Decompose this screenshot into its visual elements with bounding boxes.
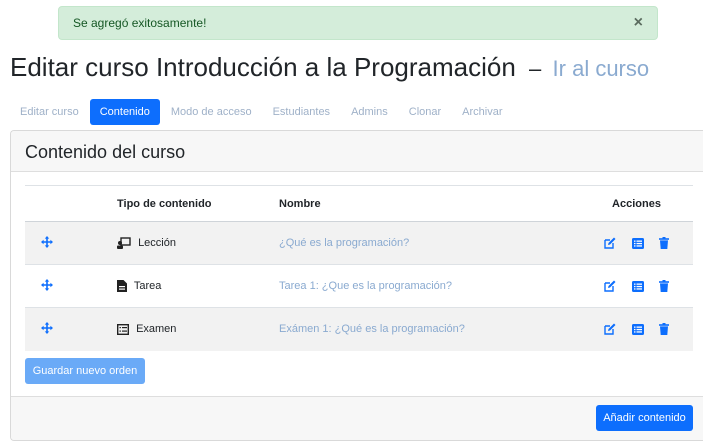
content-name-link[interactable]: Tarea 1: ¿Que es la programación? — [279, 280, 452, 292]
list-view-icon[interactable] — [631, 237, 644, 249]
trash-icon[interactable] — [658, 237, 669, 250]
content-type-label: Lección — [138, 236, 176, 249]
file-icon — [117, 280, 127, 293]
list-view-icon[interactable] — [631, 323, 644, 335]
tab-bar: Editar curso Contenido Modo de acceso Es… — [10, 99, 514, 125]
tab-admins[interactable]: Admins — [341, 99, 398, 125]
content-name-link[interactable]: Exámen 1: ¿Qué es la programación? — [279, 323, 465, 335]
trash-icon[interactable] — [658, 280, 669, 293]
content-card: Contenido del curso Tipo de contenido No… — [10, 130, 703, 441]
tab-modo-de-acceso[interactable]: Modo de acceso — [161, 99, 262, 125]
move-icon[interactable] — [41, 321, 53, 334]
lesson-icon — [117, 237, 131, 250]
card-header: Contenido del curso — [11, 131, 703, 172]
content-type-label: Tarea — [133, 279, 162, 292]
content-type-label: Examen — [136, 323, 177, 336]
add-content-button[interactable]: Añadir contenido — [596, 405, 693, 431]
table-row: Examen Exámen 1: ¿Qué es la programación… — [25, 307, 693, 351]
tab-estudiantes[interactable]: Estudiantes — [263, 99, 340, 125]
tab-contenido[interactable]: Contenido — [89, 99, 160, 125]
close-icon[interactable]: × — [634, 15, 643, 31]
table-row: Tarea Tarea 1: ¿Que es la programación? — [25, 264, 693, 308]
edit-icon[interactable] — [604, 237, 616, 249]
page-title-text: Editar curso Introducción a la Programac… — [10, 52, 516, 82]
edit-icon[interactable] — [604, 323, 616, 335]
list-view-icon[interactable] — [631, 280, 644, 292]
table-row: Lección ¿Qué es la programación? — [25, 221, 693, 265]
go-to-course-link[interactable]: Ir al curso — [553, 56, 650, 81]
save-order-button[interactable]: Guardar nuevo orden — [25, 358, 145, 384]
page-title: Editar curso Introducción a la Programac… — [10, 52, 649, 83]
tab-clonar[interactable]: Clonar — [399, 99, 451, 125]
column-acciones: Acciones — [580, 185, 693, 222]
content-table: Tipo de contenido Nombre Acciones Lecció… — [25, 185, 693, 351]
column-drag — [25, 185, 116, 222]
edit-icon[interactable] — [604, 280, 616, 292]
tab-editar-curso[interactable]: Editar curso — [10, 99, 89, 125]
move-icon[interactable] — [41, 278, 53, 291]
column-nombre: Nombre — [278, 185, 580, 222]
content-name-link[interactable]: ¿Qué es la programación? — [279, 237, 409, 249]
card-footer: Añadir contenido — [11, 396, 703, 440]
column-tipo: Tipo de contenido — [116, 185, 278, 222]
success-alert: Se agregó exitosamente! × — [58, 6, 658, 40]
list-icon — [117, 323, 129, 335]
tab-archivar[interactable]: Archivar — [452, 99, 512, 125]
alert-message: Se agregó exitosamente! — [73, 16, 207, 30]
card-title: Contenido del curso — [25, 142, 186, 162]
title-separator: – — [529, 56, 542, 81]
move-icon[interactable] — [41, 235, 53, 248]
trash-icon[interactable] — [658, 323, 669, 336]
